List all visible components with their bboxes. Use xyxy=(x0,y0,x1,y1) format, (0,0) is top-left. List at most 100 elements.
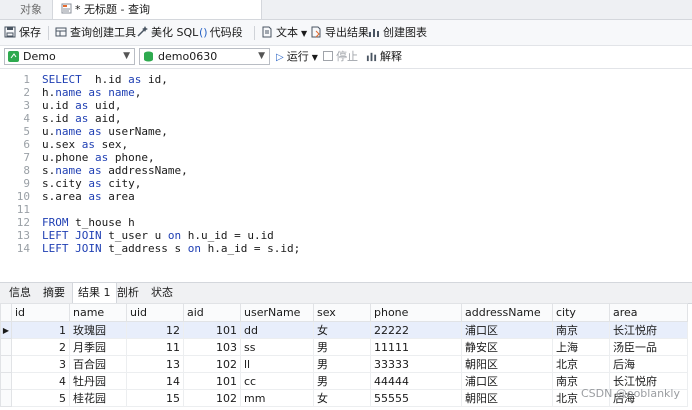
chevron-down-icon: ▼ xyxy=(123,51,130,61)
table-cell[interactable]: 4 xyxy=(11,372,70,390)
table-cell[interactable]: 女 xyxy=(313,389,371,407)
beautify-sql-button[interactable]: 美化 SQL xyxy=(136,20,198,45)
line-number: 2 xyxy=(23,86,30,99)
sql-text: userName, xyxy=(101,125,168,138)
row-marker[interactable] xyxy=(0,389,12,407)
table-row[interactable]: 3 百合园 13 102 ll 男 33333 朝阳区 北京 后海 xyxy=(0,355,688,373)
column-header[interactable]: phone xyxy=(370,303,462,322)
table-cell[interactable]: 22222 xyxy=(370,321,462,339)
result-tab[interactable]: 状态 xyxy=(146,283,178,303)
table-cell[interactable]: 14 xyxy=(126,372,184,390)
table-cell[interactable]: 女 xyxy=(313,321,371,339)
table-cell[interactable]: 15 xyxy=(126,389,184,407)
column-header[interactable]: sex xyxy=(313,303,371,322)
row-marker-header xyxy=(0,303,12,322)
table-cell[interactable]: 长江悦府 xyxy=(609,321,688,339)
sql-text: u.sex xyxy=(42,138,82,151)
current-row-icon[interactable]: ▶ xyxy=(0,321,12,339)
table-cell[interactable]: 玫瑰园 xyxy=(69,321,127,339)
explain-button[interactable]: 解释 xyxy=(366,46,402,68)
table-cell[interactable]: 牡丹园 xyxy=(69,372,127,390)
table-cell[interactable]: 浦口区 xyxy=(461,372,553,390)
table-cell[interactable]: 桂花园 xyxy=(69,389,127,407)
result-tab[interactable]: 信息 xyxy=(4,283,36,303)
table-cell[interactable]: 103 xyxy=(183,338,241,356)
table-cell[interactable]: 11 xyxy=(126,338,184,356)
code-snippet-button[interactable]: () 代码段 xyxy=(199,20,243,45)
table-cell[interactable]: 男 xyxy=(313,355,371,373)
row-marker[interactable] xyxy=(0,355,12,373)
connection-select[interactable]: Demo ▼ xyxy=(4,48,135,65)
code-line: 14 LEFT JOIN t_address s on h.a_id = s.id… xyxy=(0,242,301,255)
create-chart-button[interactable]: 创建图表 xyxy=(368,20,427,45)
table-cell[interactable]: 北京 xyxy=(552,355,610,373)
table-cell[interactable]: ss xyxy=(240,338,314,356)
table-cell[interactable]: 55555 xyxy=(370,389,462,407)
table-cell[interactable]: 44444 xyxy=(370,372,462,390)
row-marker[interactable] xyxy=(0,372,12,390)
sql-text: addressName, xyxy=(101,164,188,177)
table-cell[interactable]: 朝阳区 xyxy=(461,389,553,407)
code-snippet-label: 代码段 xyxy=(209,26,243,39)
column-header[interactable]: name xyxy=(69,303,127,322)
table-cell[interactable]: 33333 xyxy=(370,355,462,373)
table-cell[interactable]: dd xyxy=(240,321,314,339)
code-line: 4 s.id as aid, xyxy=(0,112,121,125)
result-tab[interactable]: 摘要 xyxy=(38,283,70,303)
sql-text: u.id xyxy=(42,99,76,112)
table-cell[interactable]: 101 xyxy=(183,372,241,390)
column-header[interactable]: aid xyxy=(183,303,241,322)
table-cell[interactable]: 3 xyxy=(11,355,70,373)
table-cell[interactable]: 上海 xyxy=(552,338,610,356)
table-cell[interactable]: mm xyxy=(240,389,314,407)
stop-button[interactable]: 停止 xyxy=(323,46,358,68)
column-header[interactable]: uid xyxy=(126,303,184,322)
table-cell[interactable]: ll xyxy=(240,355,314,373)
table-cell[interactable]: 浦口区 xyxy=(461,321,553,339)
sql-editor[interactable]: 1 SELECT h.id as id, 2 h.name as name, 3 u.id… xyxy=(0,69,692,278)
text-menu-button[interactable]: 文本 ▼ xyxy=(261,20,307,45)
run-button[interactable]: ▷ 运行 ▼ xyxy=(276,46,318,68)
table-cell[interactable]: 百合园 xyxy=(69,355,127,373)
table-cell[interactable]: 102 xyxy=(183,355,241,373)
table-cell[interactable]: 1 xyxy=(11,321,70,339)
column-header[interactable]: userName xyxy=(240,303,314,322)
database-select[interactable]: demo0630 ▼ xyxy=(139,48,270,65)
export-result-button[interactable]: 导出结果 xyxy=(310,20,369,45)
table-row[interactable]: 2 月季园 11 103 ss 男 11111 静安区 上海 汤臣一品 xyxy=(0,338,688,356)
table-cell[interactable]: cc xyxy=(240,372,314,390)
tab-query[interactable]: * 无标题 - 查询 xyxy=(52,0,262,19)
sql-keyword: name xyxy=(55,125,82,138)
column-header[interactable]: id xyxy=(11,303,70,322)
table-cell[interactable]: 13 xyxy=(126,355,184,373)
table-cell[interactable]: 南京 xyxy=(552,321,610,339)
table-cell[interactable]: 102 xyxy=(183,389,241,407)
table-cell[interactable]: 11111 xyxy=(370,338,462,356)
table-cell[interactable]: 汤臣一品 xyxy=(609,338,688,356)
save-button[interactable]: 保存 xyxy=(4,20,41,45)
table-cell[interactable]: 男 xyxy=(313,372,371,390)
query-builder-button[interactable]: 查询创建工具 xyxy=(55,20,136,45)
column-header[interactable]: area xyxy=(609,303,688,322)
code-line: 10 s.area as area xyxy=(0,190,135,203)
row-marker[interactable] xyxy=(0,338,12,356)
table-cell[interactable]: 101 xyxy=(183,321,241,339)
code-line: 2 h.name as name, xyxy=(0,86,141,99)
text-menu-label: 文本 xyxy=(276,26,298,39)
table-cell[interactable]: 男 xyxy=(313,338,371,356)
sql-keyword: as xyxy=(75,112,89,125)
table-cell[interactable]: 12 xyxy=(126,321,184,339)
tab-objects[interactable]: 对象 xyxy=(12,0,50,19)
table-cell[interactable]: 朝阳区 xyxy=(461,355,553,373)
table-cell[interactable]: 静安区 xyxy=(461,338,553,356)
column-header[interactable]: addressName xyxy=(461,303,553,322)
table-cell[interactable]: 后海 xyxy=(609,355,688,373)
table-cell[interactable]: 2 xyxy=(11,338,70,356)
table-cell[interactable]: 5 xyxy=(11,389,70,407)
sql-keyword: as xyxy=(88,177,102,190)
result-tab[interactable]: 结果 1 xyxy=(72,283,117,303)
table-cell[interactable]: 月季园 xyxy=(69,338,127,356)
column-header[interactable]: city xyxy=(552,303,610,322)
table-row[interactable]: ▶ 1 玫瑰园 12 101 dd 女 22222 浦口区 南京 长江悦府 xyxy=(0,321,688,339)
result-tab[interactable]: 剖析 xyxy=(112,283,144,303)
